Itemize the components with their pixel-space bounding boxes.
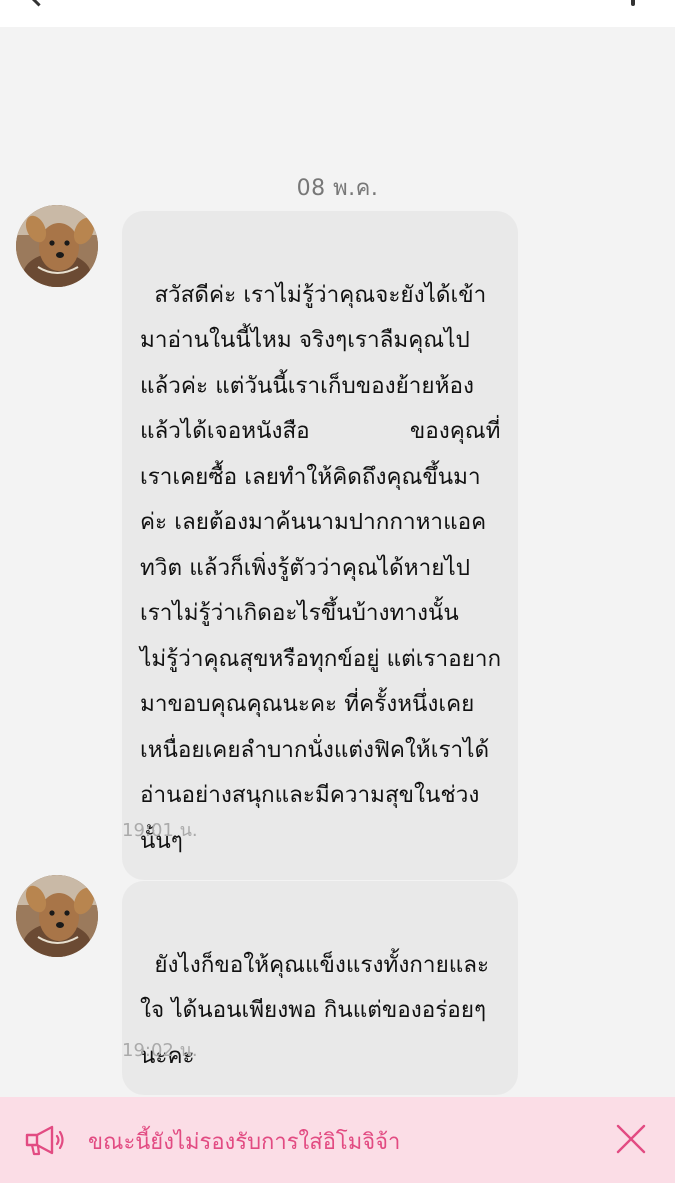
avatar[interactable] [16,875,98,957]
banner-text: ขณะนี้ยังไม่รองรับการใส่อิโมจิจ้า [88,1130,401,1155]
megaphone-icon [25,1125,64,1156]
avatar[interactable] [16,205,98,287]
message-timestamp: 19:01 น. [122,820,198,841]
back-chevron-icon[interactable] [26,0,51,7]
message-timestamp: 19:02 น. [122,1040,198,1061]
bottom-bar [0,1183,675,1200]
message-text: สวัสดีค่ะ เราไม่รู้ว่าคุณจะยังได้เข้ามาอ… [140,281,502,854]
close-icon[interactable] [615,1123,647,1155]
top-bar [0,0,675,27]
date-separator: 08 พ.ค. [296,176,379,201]
more-options-icon[interactable] [631,0,635,6]
emoji-notice-banner: ขณะนี้ยังไม่รองรับการใส่อิโมจิจ้า [0,1097,675,1183]
message-bubble: สวัสดีค่ะ เราไม่รู้ว่าคุณจะยังได้เข้ามาอ… [122,211,518,880]
